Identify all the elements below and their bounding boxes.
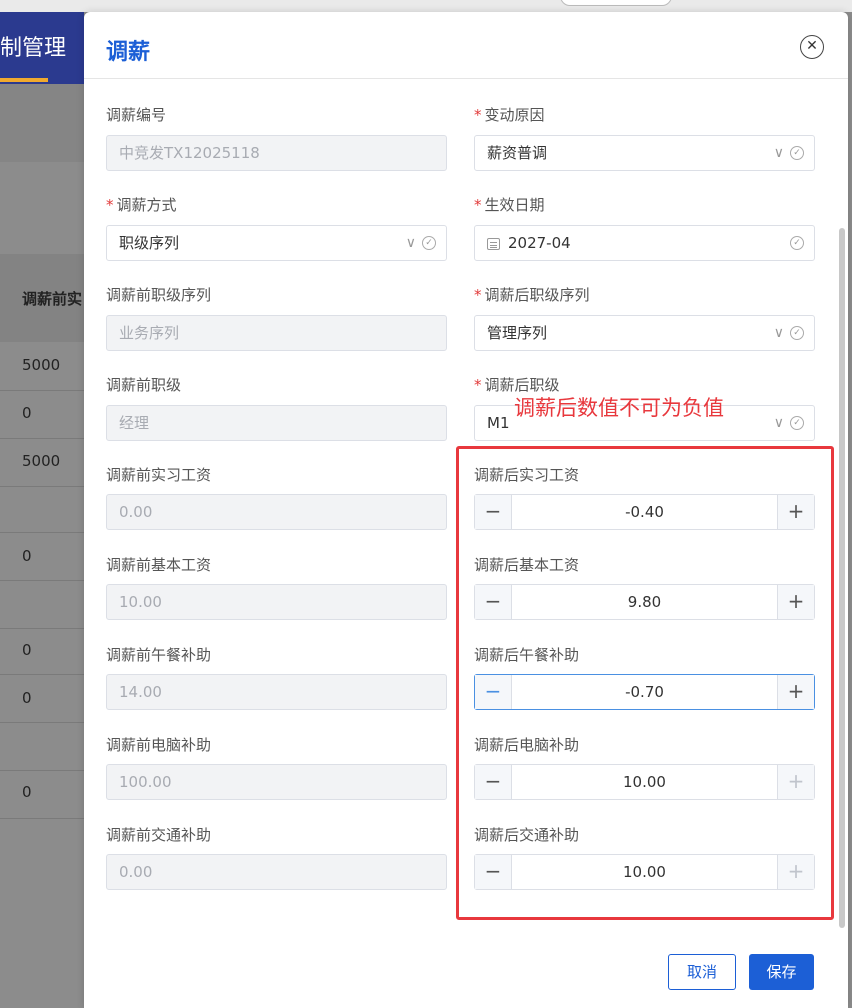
required-mark: * bbox=[474, 376, 482, 394]
app-table-divider bbox=[0, 486, 84, 487]
app-table-cell: 5000 bbox=[22, 452, 61, 470]
field-label-before-grade: 调薪前职级 bbox=[106, 376, 182, 394]
app-table-cell: 0 bbox=[22, 783, 32, 801]
chevron-down-icon: ∨ bbox=[773, 415, 784, 431]
field-label-before-computer-allowance: 调薪前电脑补助 bbox=[106, 736, 212, 754]
annotation-text: 调薪后数值不可为负值 bbox=[514, 396, 724, 420]
required-mark: * bbox=[474, 106, 482, 124]
dialog-title: 调薪 bbox=[106, 40, 151, 65]
app-filter-band bbox=[0, 84, 84, 162]
app-table-cell: 0 bbox=[22, 547, 32, 565]
field-label-after-grade-sequence: * 调薪后职级序列 bbox=[474, 286, 590, 304]
chevron-down-icon: ∨ bbox=[405, 235, 416, 251]
field-label-change-reason: * 变动原因 bbox=[474, 106, 545, 124]
required-mark: * bbox=[474, 196, 482, 214]
field-label-effective-date: * 生效日期 bbox=[474, 196, 545, 214]
field-label-before-transport-allowance: 调薪前交通补助 bbox=[106, 826, 212, 844]
app-table-divider bbox=[0, 438, 84, 439]
app-table-divider bbox=[0, 818, 84, 819]
check-circle-icon: ✓ bbox=[790, 326, 804, 340]
app-table-divider bbox=[0, 722, 84, 723]
field-label-before-grade-sequence: 调薪前职级序列 bbox=[106, 286, 212, 304]
check-circle-icon: ✓ bbox=[790, 146, 804, 160]
before-transport-allowance-input: 0.00 bbox=[106, 854, 447, 890]
after-grade-sequence-select[interactable]: 管理序列 ∨ ✓ bbox=[474, 315, 815, 351]
app-table-divider bbox=[0, 674, 84, 675]
app-table-divider bbox=[0, 628, 84, 629]
app-table-divider bbox=[0, 580, 84, 581]
app-table-cell: 0 bbox=[22, 689, 32, 707]
required-mark: * bbox=[106, 196, 114, 214]
field-label-adjust-method: * 调薪方式 bbox=[106, 196, 177, 214]
chevron-down-icon: ∨ bbox=[773, 145, 784, 161]
before-grade-sequence-input: 业务序列 bbox=[106, 315, 447, 351]
before-intern-salary-input: 0.00 bbox=[106, 494, 447, 530]
before-computer-allowance-input: 100.00 bbox=[106, 764, 447, 800]
salary-adjust-dialog: 调薪 ✕ 调薪编号 中竞发TX12025118 * 调薪方式 职级序列 ∨ ✓ 调薪… bbox=[84, 12, 848, 1008]
app-table-divider bbox=[0, 532, 84, 533]
check-circle-icon: ✓ bbox=[422, 236, 436, 250]
app-page-title: 制管理 bbox=[0, 36, 67, 61]
chevron-down-icon: ∨ bbox=[773, 325, 784, 341]
annotation-highlight-box bbox=[456, 446, 834, 920]
dialog-scrollbar[interactable] bbox=[839, 228, 845, 928]
before-base-salary-input: 10.00 bbox=[106, 584, 447, 620]
browser-address-pill[interactable] bbox=[560, 0, 672, 6]
app-table-header-label: 调薪前实 bbox=[22, 290, 83, 308]
calendar-icon bbox=[487, 237, 500, 250]
browser-bar bbox=[0, 0, 852, 12]
required-mark: * bbox=[474, 286, 482, 304]
app-tab-underline bbox=[0, 78, 48, 82]
app-table-cell: 0 bbox=[22, 641, 32, 659]
app-table-cell: 0 bbox=[22, 404, 32, 422]
adjust-method-select[interactable]: 职级序列 ∨ ✓ bbox=[106, 225, 447, 261]
field-label-before-base-salary: 调薪前基本工资 bbox=[106, 556, 212, 574]
field-label-before-intern-salary: 调薪前实习工资 bbox=[106, 466, 212, 484]
adjust-number-input: 中竞发TX12025118 bbox=[106, 135, 447, 171]
before-grade-input: 经理 bbox=[106, 405, 447, 441]
app-table-divider bbox=[0, 390, 84, 391]
close-icon[interactable]: ✕ bbox=[800, 35, 824, 59]
header-divider bbox=[84, 78, 848, 79]
check-circle-icon: ✓ bbox=[790, 235, 804, 250]
app-table-divider bbox=[0, 770, 84, 771]
save-button[interactable]: 保存 bbox=[749, 954, 814, 990]
effective-date-picker[interactable]: 2027-04 ✓ bbox=[474, 225, 815, 261]
before-lunch-allowance-input: 14.00 bbox=[106, 674, 447, 710]
check-circle-icon: ✓ bbox=[790, 416, 804, 430]
cancel-button[interactable]: 取消 bbox=[668, 954, 736, 990]
field-label-before-lunch-allowance: 调薪前午餐补助 bbox=[106, 646, 212, 664]
field-label-adjust-number: 调薪编号 bbox=[106, 106, 167, 124]
app-table-cell: 5000 bbox=[22, 356, 61, 374]
change-reason-select[interactable]: 薪资普调 ∨ ✓ bbox=[474, 135, 815, 171]
